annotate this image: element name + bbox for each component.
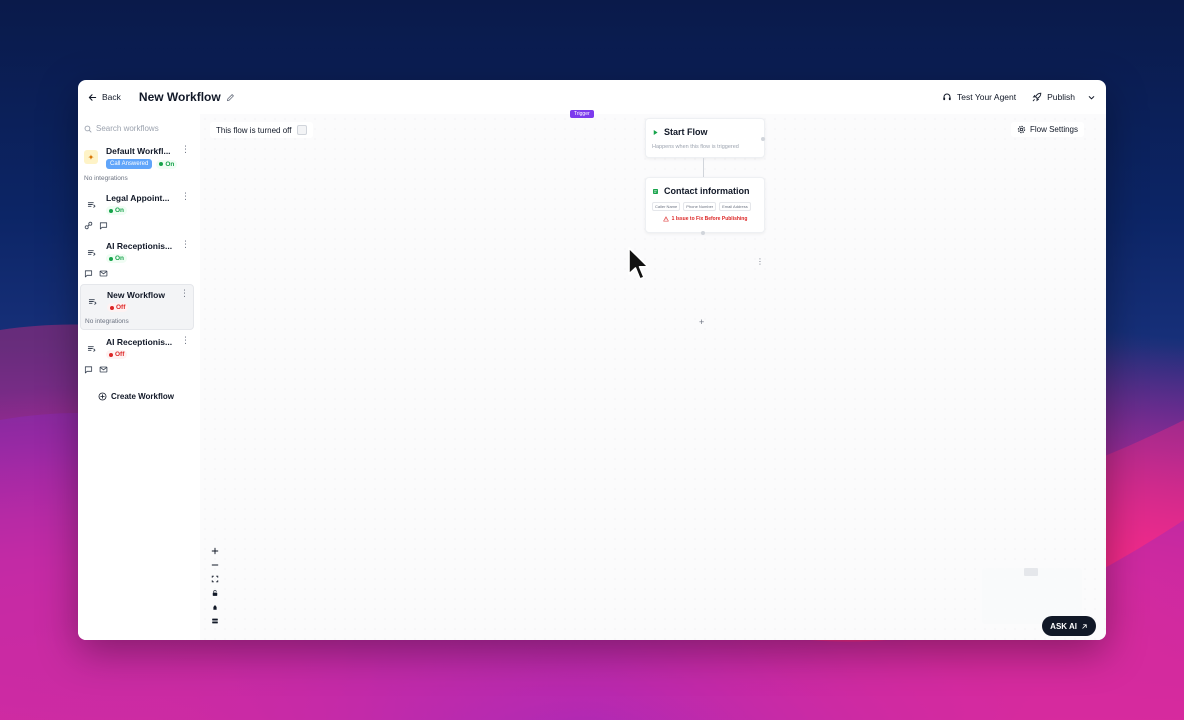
more-options-icon[interactable]: ⋮ bbox=[181, 145, 190, 154]
search-icon bbox=[84, 125, 92, 132]
play-icon bbox=[653, 129, 658, 135]
rocket-icon bbox=[1032, 92, 1042, 102]
workflow-item-new-workflow[interactable]: New Workflow Off ⋮ No integrations bbox=[80, 284, 194, 330]
fit-view-icon[interactable] bbox=[210, 574, 220, 584]
status-badge: On bbox=[156, 159, 178, 169]
headset-icon bbox=[943, 93, 951, 101]
app-window: Back New Workflow Test Your Agent Publis… bbox=[78, 80, 1106, 640]
workflow-item-legal[interactable]: Legal Appoint... On ⋮ bbox=[80, 188, 194, 234]
workflow-item-ai-receptionist-2[interactable]: AI Receptionis... Off ⋮ bbox=[80, 332, 194, 378]
back-button[interactable]: Back bbox=[88, 92, 121, 102]
workflow-name: Default Workfl... bbox=[106, 146, 171, 156]
contact-icon bbox=[653, 188, 658, 194]
trigger-badge: Call Answered bbox=[106, 159, 153, 169]
workflow-name: Legal Appoint... bbox=[106, 193, 170, 203]
more-options-icon[interactable]: ⋮ bbox=[180, 289, 189, 298]
node-port bbox=[761, 137, 765, 141]
workflow-name: AI Receptionis... bbox=[106, 337, 173, 347]
create-workflow-label: Create Workflow bbox=[111, 392, 174, 401]
publish-label: Publish bbox=[1047, 92, 1075, 102]
zoom-out-icon[interactable] bbox=[210, 560, 220, 570]
publish-button[interactable]: Publish bbox=[1032, 92, 1075, 102]
layout-icon[interactable] bbox=[210, 602, 220, 612]
pencil-icon[interactable] bbox=[226, 93, 235, 102]
back-label: Back bbox=[102, 92, 121, 102]
contact-information-node[interactable]: Contact information Caller Name Phone Nu… bbox=[645, 177, 765, 233]
more-options-icon[interactable]: ⋮ bbox=[181, 192, 190, 201]
search-placeholder: Search workflows bbox=[96, 124, 159, 133]
search-input[interactable]: Search workflows bbox=[78, 114, 200, 141]
node-more-options-icon[interactable]: ⋮ bbox=[756, 258, 764, 266]
create-workflow-button[interactable]: Create Workflow bbox=[98, 392, 200, 401]
flow-canvas[interactable]: This flow is turned off Flow Settings Tr… bbox=[200, 110, 1106, 640]
integrations-text: No integrations bbox=[84, 175, 128, 182]
more-options-icon[interactable]: ⋮ bbox=[181, 240, 190, 249]
status-badge: Off bbox=[107, 303, 129, 312]
start-node-description: Happens when this flow is triggered bbox=[652, 144, 739, 150]
warning-icon bbox=[662, 216, 669, 222]
field-chip: Phone Number bbox=[683, 202, 717, 211]
star-icon: ✦ bbox=[84, 150, 98, 164]
flow-status-text: This flow is turned off bbox=[216, 125, 292, 135]
ask-ai-button[interactable]: ASK AI bbox=[1042, 616, 1096, 636]
mail-icon bbox=[99, 270, 108, 277]
minimap-node bbox=[1024, 568, 1038, 576]
status-badge: On bbox=[106, 206, 128, 215]
workflow-icon bbox=[84, 341, 98, 355]
workflow-name: New Workflow bbox=[107, 290, 165, 300]
arrow-left-icon bbox=[88, 93, 97, 101]
integrations-text: No integrations bbox=[85, 318, 129, 325]
workflow-sidebar: Search workflows ✦ Default Workfl... Cal… bbox=[78, 114, 200, 640]
mail-icon bbox=[99, 366, 108, 373]
plus-circle-icon bbox=[98, 392, 107, 401]
connector-line bbox=[703, 158, 704, 177]
workflow-item-ai-receptionist[interactable]: AI Receptionis... On ⋮ bbox=[80, 236, 194, 282]
publish-warning: 1 Issue to Fix Before Publishing bbox=[652, 216, 758, 222]
start-flow-node[interactable]: Start Flow Happens when this flow is tri… bbox=[645, 118, 765, 158]
field-chip: Caller Name bbox=[652, 202, 681, 211]
workflow-item-default[interactable]: ✦ Default Workfl... Call Answered On ⋮ N… bbox=[80, 141, 194, 186]
top-bar: Back New Workflow Test Your Agent Publis… bbox=[78, 80, 1106, 114]
lock-icon[interactable] bbox=[210, 588, 220, 598]
canvas-controls bbox=[210, 546, 220, 626]
integrations-row bbox=[84, 221, 190, 230]
integrations-row bbox=[84, 269, 190, 278]
workflow-icon bbox=[84, 245, 98, 259]
test-agent-label: Test Your Agent bbox=[957, 92, 1017, 102]
connector-line bbox=[703, 233, 704, 318]
integrations-row bbox=[84, 365, 190, 374]
chat-icon bbox=[84, 366, 93, 374]
ask-ai-label: ASK AI bbox=[1050, 621, 1077, 631]
flow-settings-label: Flow Settings bbox=[1029, 125, 1078, 134]
flow-toggle[interactable] bbox=[297, 125, 308, 135]
integrations-row: No integrations bbox=[85, 318, 189, 325]
test-agent-button[interactable]: Test Your Agent bbox=[942, 92, 1016, 102]
chevron-down-icon[interactable] bbox=[1087, 93, 1096, 102]
more-options-icon[interactable]: ⋮ bbox=[181, 336, 190, 345]
add-node-plus-icon[interactable]: + bbox=[699, 318, 704, 327]
workflow-name: AI Receptionis... bbox=[106, 241, 173, 251]
integrations-row: No integrations bbox=[84, 175, 190, 182]
flow-settings-button[interactable]: Flow Settings bbox=[1010, 122, 1084, 137]
flow-status-bar: This flow is turned off bbox=[210, 122, 314, 138]
arrow-up-right-icon bbox=[1082, 623, 1087, 629]
field-chip: Email Address bbox=[719, 202, 751, 211]
status-badge: Off bbox=[106, 350, 128, 359]
workflow-title: New Workflow bbox=[138, 90, 221, 104]
field-chips: Caller Name Phone Number Email Address bbox=[652, 202, 758, 211]
status-badge: On bbox=[106, 254, 128, 263]
zoom-in-icon[interactable] bbox=[210, 546, 220, 556]
chat-icon bbox=[84, 270, 93, 278]
minimap-toggle-icon[interactable] bbox=[210, 616, 220, 626]
start-node-title: Start Flow bbox=[664, 127, 708, 137]
trigger-tag: Trigger bbox=[570, 110, 594, 118]
gear-icon bbox=[1017, 125, 1026, 134]
link-icon bbox=[84, 221, 93, 230]
contact-node-title: Contact information bbox=[664, 186, 750, 196]
workflow-icon bbox=[85, 294, 99, 308]
workflow-icon bbox=[84, 197, 98, 211]
chat-icon bbox=[99, 222, 108, 230]
node-port bbox=[701, 231, 705, 235]
